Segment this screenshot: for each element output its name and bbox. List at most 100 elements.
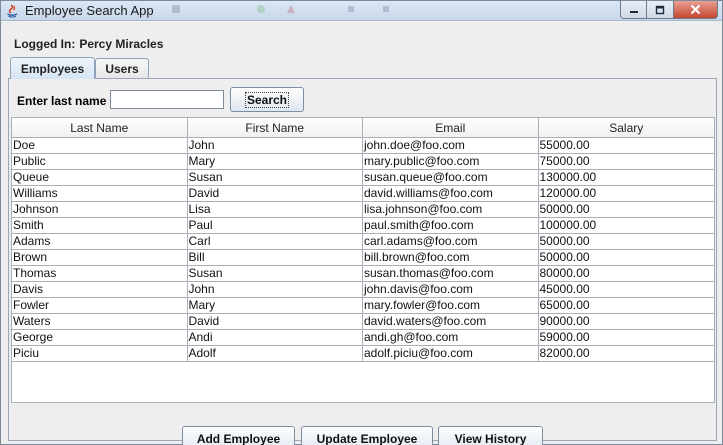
cell-first-name: Andi: [187, 330, 363, 346]
cell-email: susan.queue@foo.com: [363, 170, 539, 186]
logged-in-user: Percy Miracles: [79, 37, 164, 51]
cell-salary: 82000.00: [538, 346, 714, 362]
cell-last-name: George: [12, 330, 188, 346]
cell-email: adolf.piciu@foo.com: [363, 346, 539, 362]
cell-first-name: Lisa: [187, 202, 363, 218]
cell-first-name: Carl: [187, 234, 363, 250]
java-app-icon: [7, 4, 18, 18]
table-row[interactable]: Williams David david.williams@foo.com 12000…: [12, 186, 714, 202]
table-header: Last Name First Name Email Salary: [12, 118, 714, 138]
cell-last-name: Piciu: [12, 346, 188, 362]
cell-email: andi.gh@foo.com: [363, 330, 539, 346]
cell-first-name: Paul: [187, 218, 363, 234]
table-row[interactable]: Doe John john.doe@foo.com 55000.00: [12, 138, 714, 154]
tab-users[interactable]: Users: [95, 58, 149, 79]
minimize-icon: [629, 10, 638, 13]
cell-last-name: Thomas: [12, 266, 188, 282]
close-icon: [690, 4, 701, 15]
client-area: Logged In: Percy Miracles Employees Users…: [1, 22, 722, 445]
table-body: Doe John john.doe@foo.com 55000.00 Public Mar…: [12, 138, 714, 362]
minimize-button[interactable]: [620, 1, 647, 19]
cell-salary: 50000.00: [538, 234, 714, 250]
ghost-icon: [287, 5, 295, 13]
table-row[interactable]: Johnson Lisa lisa.johnson@foo.com 50000.00: [12, 202, 714, 218]
search-label: Enter last name: [17, 94, 107, 108]
column-header-first-name[interactable]: First Name: [188, 118, 363, 137]
window-title: Employee Search App: [25, 3, 154, 18]
cell-email: john.davis@foo.com: [363, 282, 539, 298]
column-header-email[interactable]: Email: [363, 118, 539, 137]
cell-email: lisa.johnson@foo.com: [363, 202, 539, 218]
table-row[interactable]: Davis John john.davis@foo.com 45000.00: [12, 282, 714, 298]
table-row[interactable]: Piciu Adolf adolf.piciu@foo.com 82000.00: [12, 346, 714, 362]
cell-last-name: Davis: [12, 282, 188, 298]
update-employee-button[interactable]: Update Employee: [301, 426, 433, 445]
cell-first-name: John: [187, 138, 363, 154]
maximize-button[interactable]: [647, 1, 674, 19]
cell-salary: 55000.00: [538, 138, 714, 154]
cell-salary: 50000.00: [538, 202, 714, 218]
view-history-button[interactable]: View History: [438, 426, 543, 445]
ghost-icon: [172, 5, 180, 13]
cell-last-name: Waters: [12, 314, 188, 330]
cell-salary: 50000.00: [538, 250, 714, 266]
cell-last-name: Public: [12, 154, 188, 170]
cell-email: john.doe@foo.com: [363, 138, 539, 154]
table-row[interactable]: Fowler Mary mary.fowler@foo.com 65000.00: [12, 298, 714, 314]
cell-salary: 90000.00: [538, 314, 714, 330]
add-employee-button[interactable]: Add Employee: [182, 426, 295, 445]
cell-salary: 100000.00: [538, 218, 714, 234]
cell-first-name: John: [187, 282, 363, 298]
ghost-icon: [383, 6, 389, 12]
cell-first-name: David: [187, 314, 363, 330]
cell-first-name: Susan: [187, 266, 363, 282]
ghost-icon: [257, 5, 265, 13]
cell-last-name: Adams: [12, 234, 188, 250]
cell-first-name: Bill: [187, 250, 363, 266]
cell-salary: 65000.00: [538, 298, 714, 314]
table-row[interactable]: Queue Susan susan.queue@foo.com 130000.00: [12, 170, 714, 186]
window-controls: [620, 1, 718, 19]
cell-salary: 130000.00: [538, 170, 714, 186]
cell-salary: 120000.00: [538, 186, 714, 202]
employee-table[interactable]: Last Name First Name Email Salary Doe Joh…: [11, 117, 715, 403]
cell-email: susan.thomas@foo.com: [363, 266, 539, 282]
table-row[interactable]: Thomas Susan susan.thomas@foo.com 80000.00: [12, 266, 714, 282]
column-header-last-name[interactable]: Last Name: [12, 118, 188, 137]
close-button[interactable]: [674, 1, 718, 19]
employees-panel: Enter last name Search Last Name First N…: [8, 78, 717, 445]
ghost-icon: [348, 6, 354, 12]
maximize-icon: [655, 5, 665, 14]
cell-last-name: Williams: [12, 186, 188, 202]
cell-first-name: Mary: [187, 298, 363, 314]
table-row[interactable]: Waters David david.waters@foo.com 90000.00: [12, 314, 714, 330]
cell-email: david.waters@foo.com: [363, 314, 539, 330]
search-button-label: Search: [244, 91, 290, 108]
title-bar[interactable]: Employee Search App: [1, 1, 722, 21]
cell-email: david.williams@foo.com: [363, 186, 539, 202]
last-name-search-input[interactable]: [110, 90, 224, 109]
cell-first-name: Susan: [187, 170, 363, 186]
cell-last-name: Brown: [12, 250, 188, 266]
cell-email: bill.brown@foo.com: [363, 250, 539, 266]
table-row[interactable]: Smith Paul paul.smith@foo.com 100000.00: [12, 218, 714, 234]
cell-last-name: Smith: [12, 218, 188, 234]
cell-first-name: Mary: [187, 154, 363, 170]
cell-first-name: Adolf: [187, 346, 363, 362]
tab-employees[interactable]: Employees: [10, 57, 95, 79]
table-row[interactable]: Brown Bill bill.brown@foo.com 50000.00: [12, 250, 714, 266]
cell-email: mary.fowler@foo.com: [363, 298, 539, 314]
column-header-salary[interactable]: Salary: [539, 118, 715, 137]
cell-last-name: Johnson: [12, 202, 188, 218]
search-button[interactable]: Search: [230, 87, 304, 112]
logged-in-label: Logged In:: [14, 37, 76, 51]
cell-last-name: Doe: [12, 138, 188, 154]
cell-email: carl.adams@foo.com: [363, 234, 539, 250]
table-row[interactable]: Public Mary mary.public@foo.com 75000.00: [12, 154, 714, 170]
table-row[interactable]: George Andi andi.gh@foo.com 59000.00: [12, 330, 714, 346]
cell-email: mary.public@foo.com: [363, 154, 539, 170]
cell-salary: 45000.00: [538, 282, 714, 298]
cell-first-name: David: [187, 186, 363, 202]
cell-email: paul.smith@foo.com: [363, 218, 539, 234]
table-row[interactable]: Adams Carl carl.adams@foo.com 50000.00: [12, 234, 714, 250]
